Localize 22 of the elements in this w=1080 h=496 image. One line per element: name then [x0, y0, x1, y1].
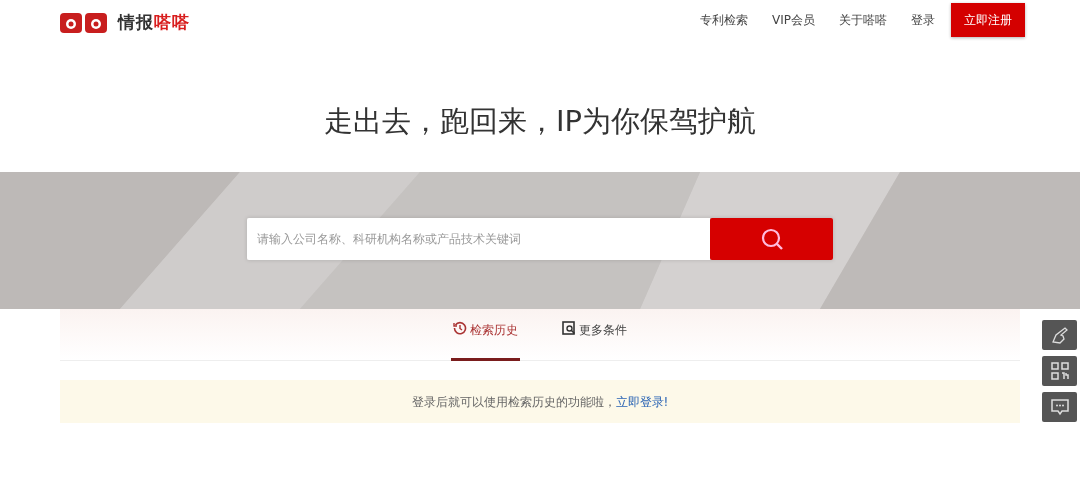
side-button[interactable] [1042, 392, 1077, 422]
nav-link[interactable]: 专利检索 [688, 3, 760, 37]
logo-text: 情报嗒嗒 [118, 11, 190, 35]
nav-link[interactable]: VIP会员 [760, 3, 827, 37]
login-notice: 登录后就可以使用检索历史的功能啦，立即登录! [411, 393, 669, 411]
history-icon [453, 321, 467, 335]
search-icon [759, 227, 784, 251]
register-button[interactable]: 立即注册 [951, 3, 1025, 37]
login-link[interactable]: 立即登录! [615, 394, 669, 409]
headline: 走出去，跑回来，IP为你保驾护航 [322, 103, 757, 140]
side-button[interactable] [1042, 356, 1077, 386]
nav-link[interactable]: 登录 [899, 3, 947, 37]
side-button[interactable] [1042, 320, 1077, 350]
pointer-hand-icon [1049, 325, 1070, 345]
qr-code-icon [1049, 361, 1070, 381]
search-field[interactable]: 请输入公司名称、科研机构名称或产品技术关键词 [247, 218, 710, 260]
search-document-icon [562, 321, 576, 335]
tab[interactable]: 更多条件 [560, 321, 629, 361]
logo-icon [58, 11, 110, 35]
chat-icon [1049, 397, 1070, 417]
tab[interactable]: 检索历史 [451, 321, 520, 361]
nav-link[interactable]: 关于嗒嗒 [827, 3, 899, 37]
